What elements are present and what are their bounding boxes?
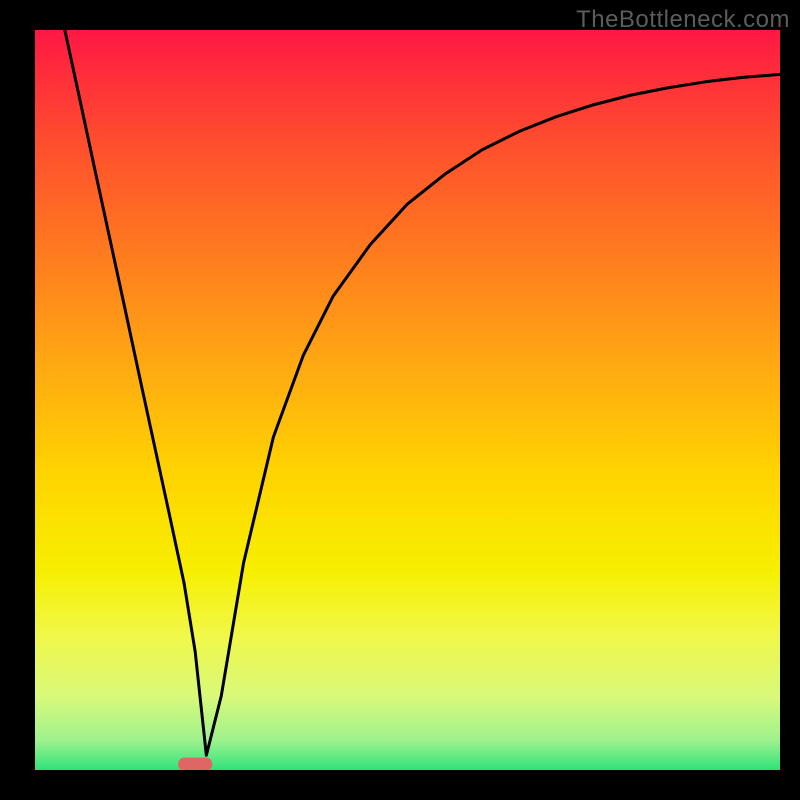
chart-container: TheBottleneck.com [0,0,800,800]
optimum-marker [178,758,212,771]
watermark-text: TheBottleneck.com [576,6,790,34]
plot-background-gradient [35,30,780,770]
bottleneck-chart [0,0,800,800]
